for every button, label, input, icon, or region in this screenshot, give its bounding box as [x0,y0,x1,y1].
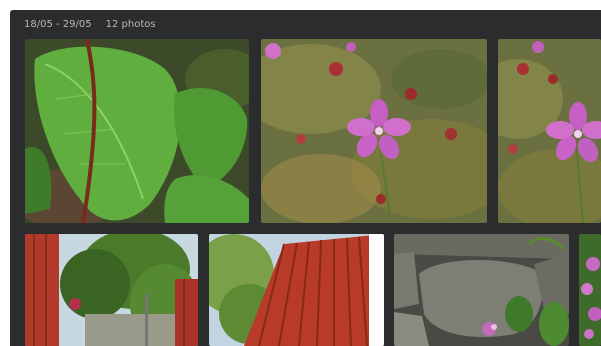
photo-gallery-window: 18/05 - 29/05 12 photos [10,10,601,346]
photo-thumbnail-stones[interactable] [394,234,569,346]
photo-thumbnail-leaves[interactable] [25,39,249,223]
photo-thumbnail-fence[interactable] [25,234,198,346]
photo-thumbnail-fence-2[interactable] [209,234,384,346]
photo-thumbnail-flowers[interactable] [579,234,601,346]
date-range-label: 18/05 - 29/05 [24,18,92,30]
gallery-header: 18/05 - 29/05 12 photos [24,17,156,31]
photo-count-label: 12 photos [105,18,156,30]
photo-thumbnail-flower-2[interactable] [498,39,601,223]
photo-thumbnail-flower[interactable] [261,39,487,223]
